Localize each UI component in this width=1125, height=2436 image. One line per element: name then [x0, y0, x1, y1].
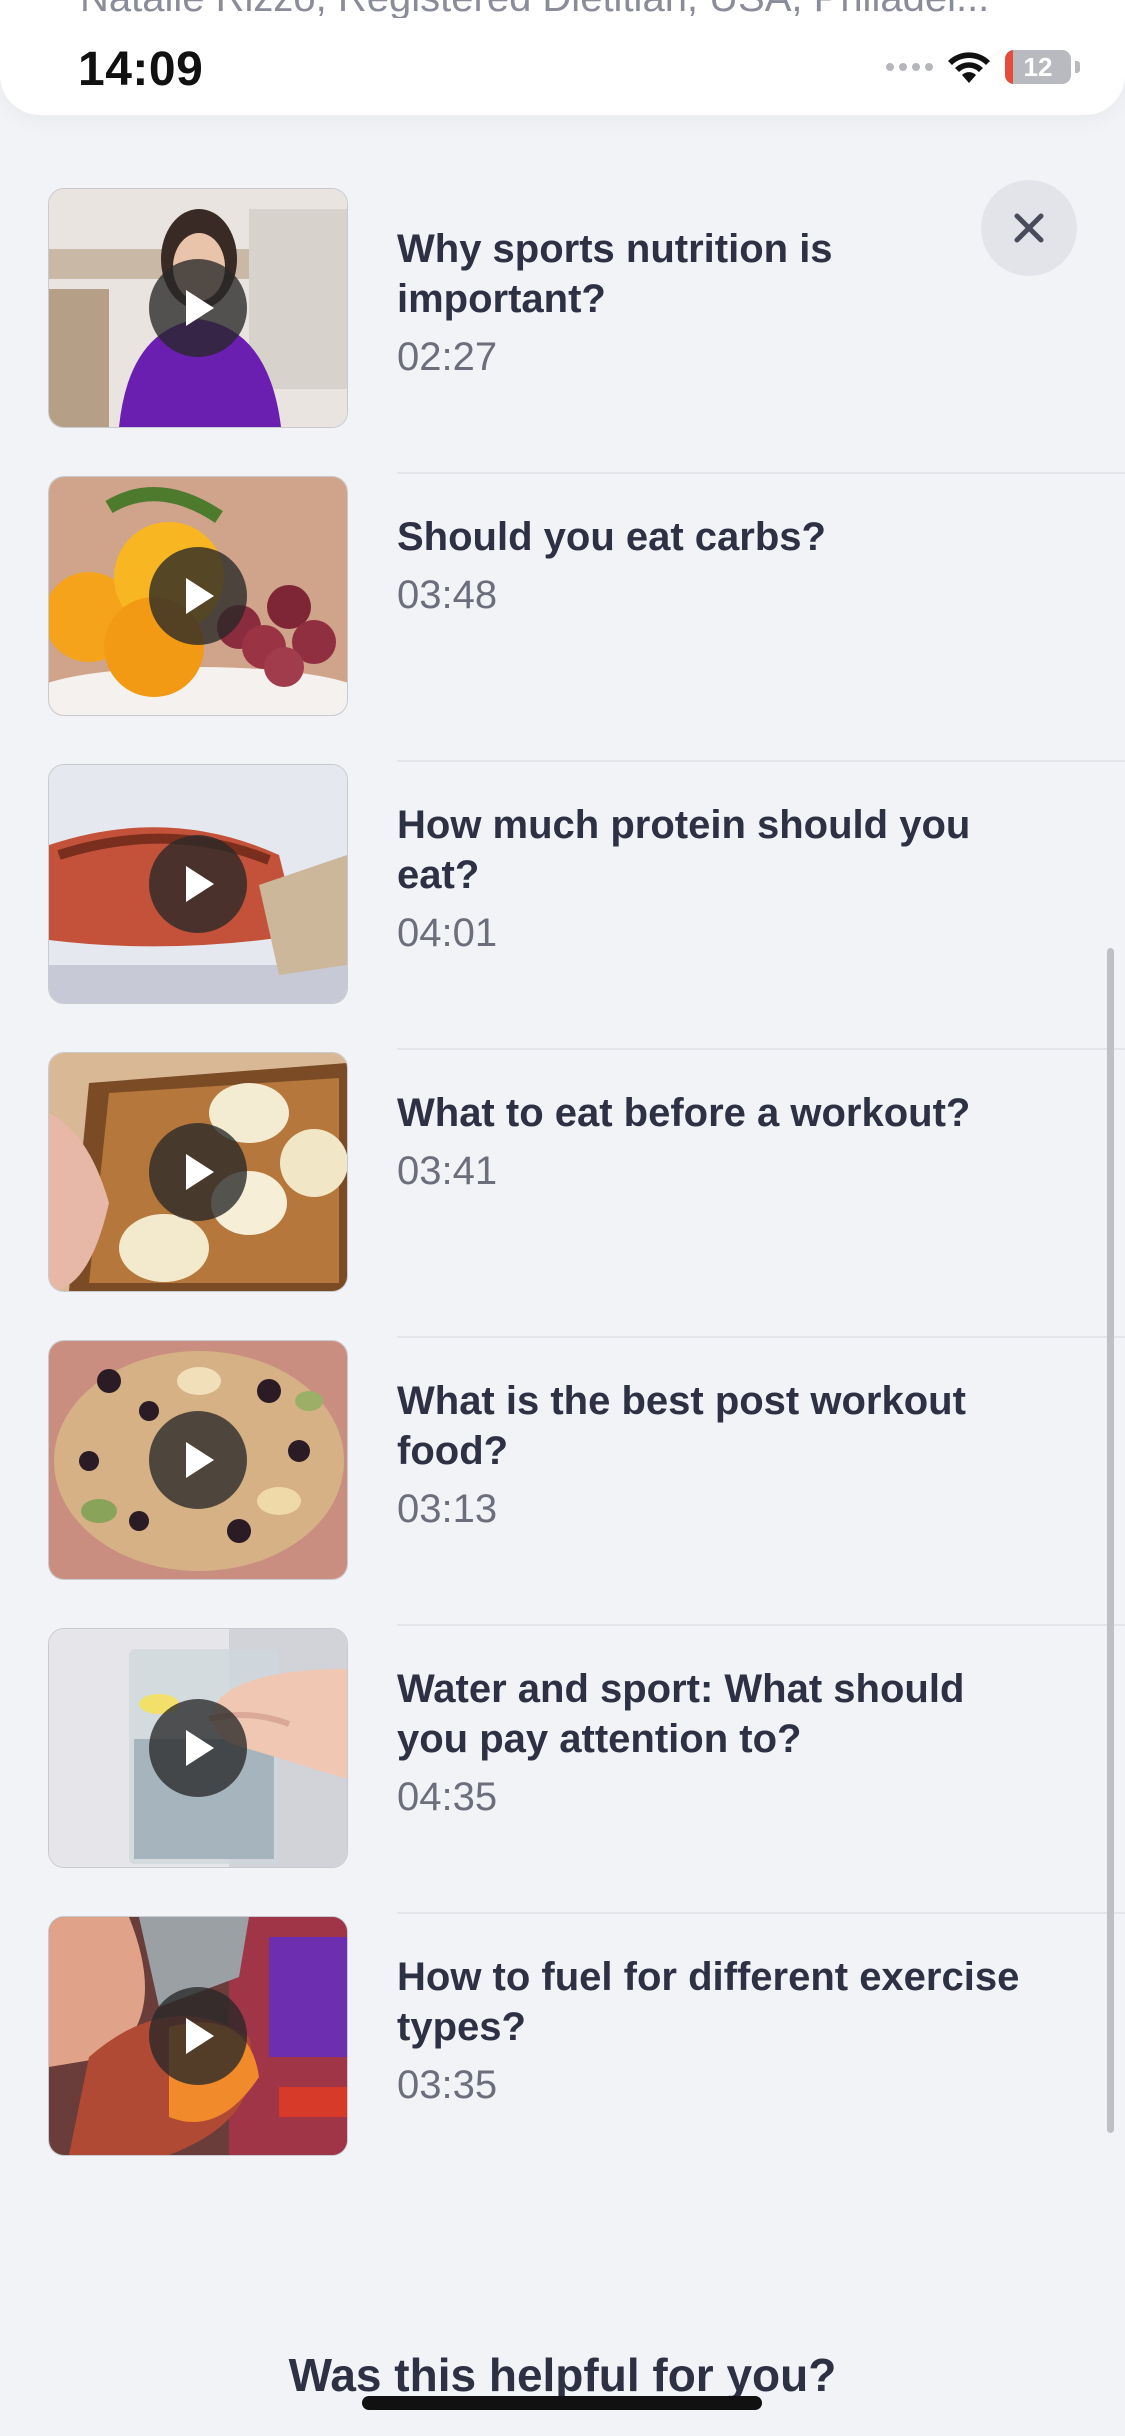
- play-icon: [186, 1730, 214, 1766]
- video-text: Why sports nutrition is important? 02:27: [397, 224, 1037, 382]
- video-duration: 03:48: [397, 573, 498, 617]
- play-icon: [186, 578, 214, 614]
- video-thumbnail[interactable]: [48, 764, 348, 1004]
- video-duration: 04:35: [397, 1775, 498, 1819]
- video-duration: 03:41: [397, 1149, 498, 1193]
- helpful-question: Was this helpful for you?: [288, 2349, 837, 2401]
- play-button[interactable]: [149, 1123, 247, 1221]
- video-list-item[interactable]: Should you eat carbs? 03:48: [0, 474, 1125, 762]
- play-icon: [186, 866, 214, 902]
- video-thumbnail[interactable]: [48, 188, 348, 428]
- video-list-item[interactable]: What to eat before a workout? 03:41: [0, 1050, 1125, 1338]
- video-list-screen: Natalie Rizzo, Registered Dietitian, USA…: [0, 0, 1125, 2436]
- video-duration: 03:13: [397, 1487, 498, 1531]
- video-text: Water and sport: What should you pay att…: [397, 1664, 1037, 1822]
- play-icon: [186, 1442, 214, 1478]
- play-icon: [186, 2018, 214, 2054]
- status-bar: Natalie Rizzo, Registered Dietitian, USA…: [0, 0, 1125, 115]
- video-list-item[interactable]: How much protein should you eat? 04:01: [0, 762, 1125, 1050]
- close-icon: [1014, 213, 1044, 243]
- video-text: Should you eat carbs? 03:48: [397, 512, 1037, 620]
- video-text: What to eat before a workout? 03:41: [397, 1088, 1037, 1196]
- video-thumbnail[interactable]: [48, 1340, 348, 1580]
- video-text: What is the best post workout food? 03:1…: [397, 1376, 1037, 1534]
- play-button[interactable]: [149, 835, 247, 933]
- wifi-icon: [948, 52, 990, 83]
- play-button[interactable]: [149, 1411, 247, 1509]
- video-text: How to fuel for different exercise types…: [397, 1952, 1037, 2110]
- video-list-item[interactable]: Why sports nutrition is important? 02:27: [0, 186, 1125, 474]
- video-list-item[interactable]: How to fuel for different exercise types…: [0, 1914, 1125, 2202]
- video-list-item[interactable]: Water and sport: What should you pay att…: [0, 1626, 1125, 1914]
- play-button[interactable]: [149, 1699, 247, 1797]
- video-title: How to fuel for different exercise types…: [397, 1955, 1020, 2049]
- play-button[interactable]: [149, 259, 247, 357]
- video-thumbnail[interactable]: [48, 1628, 348, 1868]
- video-title: What is the best post workout food?: [397, 1379, 966, 1473]
- video-list: Why sports nutrition is important? 02:27: [0, 186, 1125, 2202]
- play-button[interactable]: [149, 1987, 247, 2085]
- play-icon: [186, 290, 214, 326]
- video-thumbnail[interactable]: [48, 1052, 348, 1292]
- signal-icon: [886, 63, 933, 71]
- video-title: How much protein should you eat?: [397, 803, 971, 897]
- battery-icon: 12: [1005, 50, 1071, 84]
- play-icon: [186, 1154, 214, 1190]
- video-list-item[interactable]: What is the best post workout food? 03:1…: [0, 1338, 1125, 1626]
- video-title: Water and sport: What should you pay att…: [397, 1667, 965, 1761]
- video-title: What to eat before a workout?: [397, 1091, 971, 1135]
- video-thumbnail[interactable]: [48, 1916, 348, 2156]
- battery-level: 12: [1023, 51, 1053, 82]
- scrollbar[interactable]: [1107, 948, 1114, 2133]
- video-duration: 04:01: [397, 911, 498, 955]
- home-indicator[interactable]: [362, 2396, 762, 2410]
- video-duration: 03:35: [397, 2063, 498, 2107]
- video-duration: 02:27: [397, 335, 498, 379]
- status-icons: 12: [886, 50, 1080, 84]
- expert-subtitle: Natalie Rizzo, Registered Dietitian, USA…: [80, 0, 1060, 18]
- battery-tip: [1075, 61, 1080, 73]
- play-button[interactable]: [149, 547, 247, 645]
- close-button[interactable]: [981, 180, 1077, 276]
- video-thumbnail[interactable]: [48, 476, 348, 716]
- video-title: Should you eat carbs?: [397, 515, 826, 559]
- status-time: 14:09: [78, 43, 204, 96]
- video-title: Why sports nutrition is important?: [397, 227, 833, 321]
- video-text: How much protein should you eat? 04:01: [397, 800, 1037, 958]
